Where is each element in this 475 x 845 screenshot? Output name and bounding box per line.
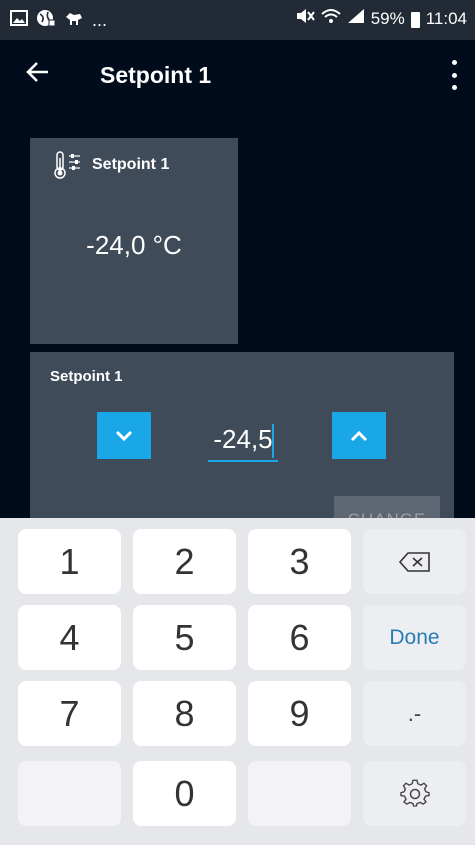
app-bar: Setpoint 1	[0, 40, 475, 112]
settings-key[interactable]	[363, 761, 466, 826]
done-label: Done	[389, 625, 440, 649]
globe-icon	[36, 9, 56, 32]
setpoint-display-card: Setpoint 1 -24,0 °C	[30, 138, 238, 344]
thermostat-icon	[52, 150, 86, 180]
backspace-icon	[398, 551, 430, 572]
key-9[interactable]: 9	[248, 681, 351, 746]
numeric-keyboard: 1 2 3 4 5 6 Done 7 8 9 .- 0	[0, 518, 475, 845]
increase-button[interactable]	[332, 412, 386, 459]
chevron-up-icon	[350, 430, 368, 441]
setpoint-value: -24,0 °C	[86, 230, 182, 260]
key-8[interactable]: 8	[133, 681, 236, 746]
status-more-text: ...	[92, 10, 108, 30]
key-4[interactable]: 4	[18, 605, 121, 670]
dot-minus-key[interactable]: .-	[363, 681, 466, 746]
backspace-key[interactable]	[363, 529, 466, 594]
status-bar-right: 59% 11:04	[295, 8, 467, 29]
image-icon	[10, 10, 28, 31]
page-title: Setpoint 1	[100, 62, 212, 88]
signal-icon	[347, 8, 365, 29]
done-key[interactable]: Done	[363, 605, 466, 670]
wifi-icon	[321, 8, 341, 29]
battery-icon	[410, 11, 420, 28]
battery-percent: 59%	[370, 8, 405, 28]
edit-card-title: Setpoint 1	[50, 368, 123, 385]
key-7[interactable]: 7	[18, 681, 121, 746]
setpoint-input[interactable]	[208, 418, 278, 462]
animal-icon	[64, 9, 84, 32]
key-6[interactable]: 6	[248, 605, 351, 670]
overflow-menu-icon[interactable]	[449, 60, 459, 90]
setpoint-edit-card: Setpoint 1 CHANGE	[30, 352, 454, 532]
status-bar-left: ...	[10, 9, 107, 32]
key-3[interactable]: 3	[248, 529, 351, 594]
key-2[interactable]: 2	[133, 529, 236, 594]
decrease-button[interactable]	[97, 412, 151, 459]
blank-key-right	[248, 761, 351, 826]
key-0[interactable]: 0	[133, 761, 236, 826]
blank-key-left	[18, 761, 121, 826]
clock-time: 11:04	[425, 8, 467, 28]
chevron-down-icon	[115, 430, 133, 441]
key-1[interactable]: 1	[18, 529, 121, 594]
status-bar: ... 59% 11:04	[0, 0, 475, 40]
display-card-title: Setpoint 1	[92, 156, 170, 173]
gear-icon	[399, 779, 430, 807]
mute-icon	[295, 8, 315, 29]
text-cursor	[272, 424, 274, 458]
dot-minus-label: .-	[407, 700, 422, 726]
key-5[interactable]: 5	[133, 605, 236, 670]
back-arrow-icon[interactable]	[26, 54, 50, 94]
